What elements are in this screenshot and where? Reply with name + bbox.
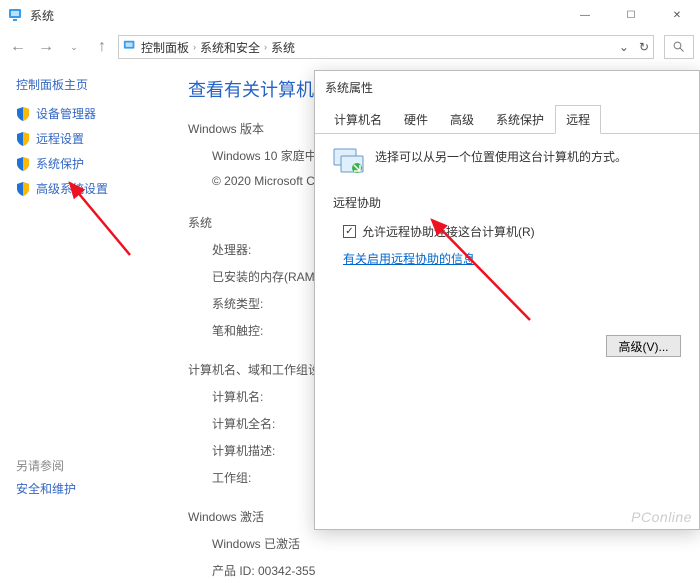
tab-system-protection[interactable]: 系统保护 xyxy=(485,105,555,134)
window-controls: — ☐ ✕ xyxy=(562,0,700,30)
system-icon xyxy=(123,39,137,56)
sidebar-item-label: 系统保护 xyxy=(36,155,84,172)
sidebar: 控制面板主页 设备管理器 远程设置 系统保护 高级系统设置 另请参阅 安全和维护 xyxy=(0,64,180,527)
breadcrumb-lvl1[interactable]: 系统和安全 xyxy=(200,39,260,56)
system-icon xyxy=(8,7,24,23)
history-dropdown[interactable]: ⌄ xyxy=(62,35,86,59)
dropdown-icon[interactable]: ⌄ xyxy=(619,40,629,54)
breadcrumb-lvl2[interactable]: 系统 xyxy=(271,39,295,56)
search-input[interactable] xyxy=(664,35,694,59)
back-button[interactable]: ← xyxy=(6,35,30,59)
tab-computer-name[interactable]: 计算机名 xyxy=(323,105,393,134)
refresh-icon[interactable]: ↻ xyxy=(639,40,649,54)
sidebar-item-device-manager[interactable]: 设备管理器 xyxy=(16,105,164,122)
remote-monitor-icon xyxy=(333,148,365,176)
chevron-right-icon: › xyxy=(189,42,200,52)
control-panel-home-link[interactable]: 控制面板主页 xyxy=(16,76,164,93)
see-also-security-link[interactable]: 安全和维护 xyxy=(16,480,164,497)
dialog-body: 选择可以从另一个位置使用这台计算机的方式。 远程协助 允许远程协助连接这台计算机… xyxy=(315,134,699,281)
advanced-button[interactable]: 高级(V)... xyxy=(606,335,681,357)
product-id: 产品 ID: 00342-355 xyxy=(212,558,700,583)
window-title: 系统 xyxy=(30,7,562,24)
shield-icon xyxy=(16,132,30,146)
address-bar-row: ← → ⌄ ↑ 控制面板 › 系统和安全 › 系统 ⌄ ↻ xyxy=(0,30,700,64)
shield-icon xyxy=(16,182,30,196)
address-right-controls: ⌄ ↻ xyxy=(619,40,649,54)
remote-description: 选择可以从另一个位置使用这台计算机的方式。 xyxy=(375,148,627,165)
system-properties-dialog: 系统属性 计算机名 硬件 高级 系统保护 远程 选择可以从另一个位置使用这台计算… xyxy=(314,70,700,530)
search-icon xyxy=(673,41,685,53)
up-button[interactable]: ↑ xyxy=(90,35,114,59)
checkbox-icon[interactable] xyxy=(343,225,356,238)
forward-button[interactable]: → xyxy=(34,35,58,59)
remote-assistance-info-link[interactable]: 有关启用远程协助的信息 xyxy=(343,250,681,267)
tab-advanced[interactable]: 高级 xyxy=(439,105,485,134)
close-button[interactable]: ✕ xyxy=(654,0,700,30)
remote-assistance-group: 远程协助 xyxy=(333,194,681,211)
sidebar-item-label: 设备管理器 xyxy=(36,105,96,122)
sidebar-item-system-protection[interactable]: 系统保护 xyxy=(16,155,164,172)
tab-remote[interactable]: 远程 xyxy=(555,105,601,134)
tab-hardware[interactable]: 硬件 xyxy=(393,105,439,134)
activation-status: Windows 已激活 xyxy=(212,531,700,556)
shield-icon xyxy=(16,107,30,121)
shield-icon xyxy=(16,157,30,171)
watermark: PConline xyxy=(631,509,692,525)
chevron-right-icon: › xyxy=(260,42,271,52)
sidebar-item-label: 远程设置 xyxy=(36,130,84,147)
sidebar-item-label: 高级系统设置 xyxy=(36,180,108,197)
breadcrumb-root[interactable]: 控制面板 xyxy=(141,39,189,56)
allow-remote-assistance-checkbox-row[interactable]: 允许远程协助连接这台计算机(R) xyxy=(343,223,681,240)
see-also-heading: 另请参阅 xyxy=(16,457,164,474)
window-titlebar: 系统 — ☐ ✕ xyxy=(0,0,700,30)
dialog-title: 系统属性 xyxy=(315,71,699,104)
sidebar-item-advanced-system-settings[interactable]: 高级系统设置 xyxy=(16,180,164,197)
sidebar-item-remote-settings[interactable]: 远程设置 xyxy=(16,130,164,147)
dialog-tabs: 计算机名 硬件 高级 系统保护 远程 xyxy=(315,104,699,134)
minimize-button[interactable]: — xyxy=(562,0,608,30)
maximize-button[interactable]: ☐ xyxy=(608,0,654,30)
allow-remote-assistance-label: 允许远程协助连接这台计算机(R) xyxy=(362,223,535,240)
breadcrumb[interactable]: 控制面板 › 系统和安全 › 系统 ⌄ ↻ xyxy=(118,35,654,59)
